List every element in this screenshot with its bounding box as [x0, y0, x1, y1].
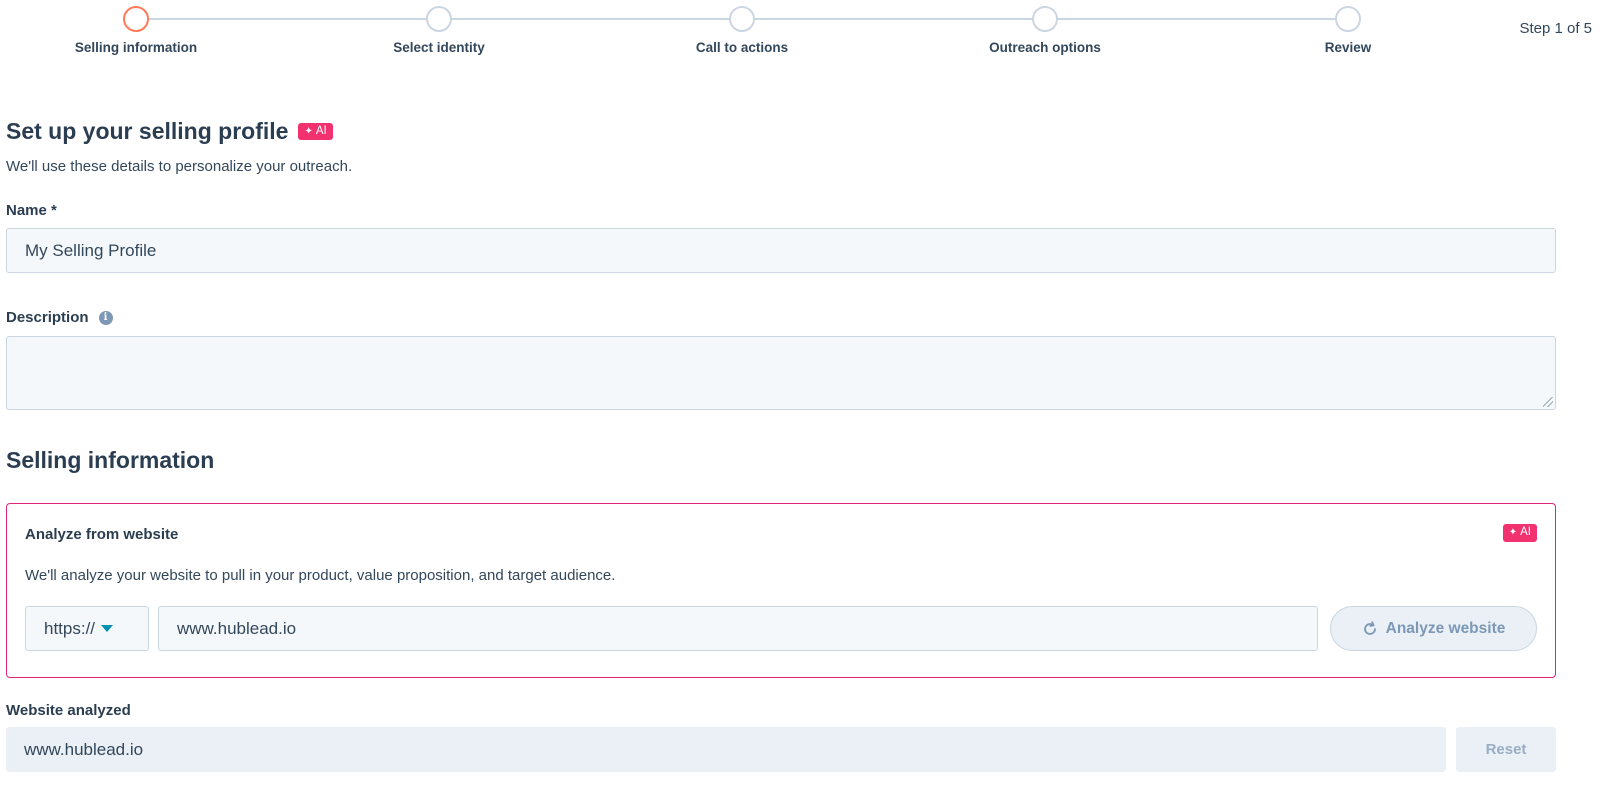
card-description: We'll analyze your website to pull in yo… — [25, 567, 616, 584]
page-title: Set up your selling profile — [6, 118, 289, 144]
ai-badge-label: AI — [315, 124, 327, 137]
step-outreach-options[interactable]: Outreach options — [945, 6, 1145, 55]
name-label: Name * — [6, 202, 57, 219]
description-label-row: Description i — [6, 309, 113, 326]
chevron-down-icon — [101, 625, 114, 632]
ai-badge: ✦ AI — [298, 122, 333, 141]
step-label: Selling information — [74, 40, 198, 55]
analyze-button-label: Analyze website — [1385, 619, 1506, 637]
description-label: Description — [6, 309, 89, 326]
protocol-select[interactable]: https:// — [25, 606, 149, 651]
page-subtitle: We'll use these details to personalize y… — [6, 158, 353, 175]
ai-badge-label: AI — [1520, 526, 1531, 538]
step-counter: Step 1 of 5 — [1519, 20, 1592, 37]
analyze-website-card: Analyze from website ✦ AI We'll analyze … — [6, 503, 1556, 678]
step-label: Call to actions — [695, 40, 789, 55]
section-title: Selling information — [6, 447, 215, 473]
step-dot-active — [123, 6, 149, 32]
step-review[interactable]: Review — [1248, 6, 1448, 55]
refresh-icon — [1362, 620, 1378, 637]
step-dot — [1032, 6, 1058, 32]
website-url-input[interactable]: www.hublead.io — [158, 606, 1318, 651]
description-textarea[interactable] — [6, 336, 1556, 410]
profile-header: Set up your selling profile ✦ AI — [6, 118, 333, 145]
step-dot — [729, 6, 755, 32]
reset-button[interactable]: Reset — [1456, 727, 1556, 772]
stepper: Selling information Select identity Call… — [0, 0, 1600, 70]
analyze-website-button[interactable]: Analyze website — [1330, 606, 1537, 651]
sparkle-icon: ✦ — [1508, 526, 1518, 538]
protocol-value: https:// — [44, 618, 96, 638]
step-selling-information[interactable]: Selling information — [36, 6, 236, 55]
ai-badge: ✦ AI — [1502, 524, 1537, 542]
selling-profile-page: Selling information Select identity Call… — [0, 0, 1600, 788]
sparkle-icon: ✦ — [304, 125, 313, 137]
step-label: Select identity — [393, 40, 485, 55]
step-label: Review — [1324, 40, 1372, 55]
step-dot — [1335, 6, 1361, 32]
info-icon[interactable]: i — [98, 310, 113, 325]
website-analyzed-label: Website analyzed — [6, 702, 131, 719]
card-title: Analyze from website — [25, 526, 179, 543]
name-input[interactable]: My Selling Profile — [6, 228, 1556, 273]
step-select-identity[interactable]: Select identity — [339, 6, 539, 55]
step-label: Outreach options — [989, 40, 1101, 55]
step-dot — [426, 6, 452, 32]
resize-handle-icon[interactable] — [1543, 397, 1553, 407]
step-call-to-actions[interactable]: Call to actions — [642, 6, 842, 55]
website-analyzed-field: www.hublead.io — [6, 727, 1446, 772]
